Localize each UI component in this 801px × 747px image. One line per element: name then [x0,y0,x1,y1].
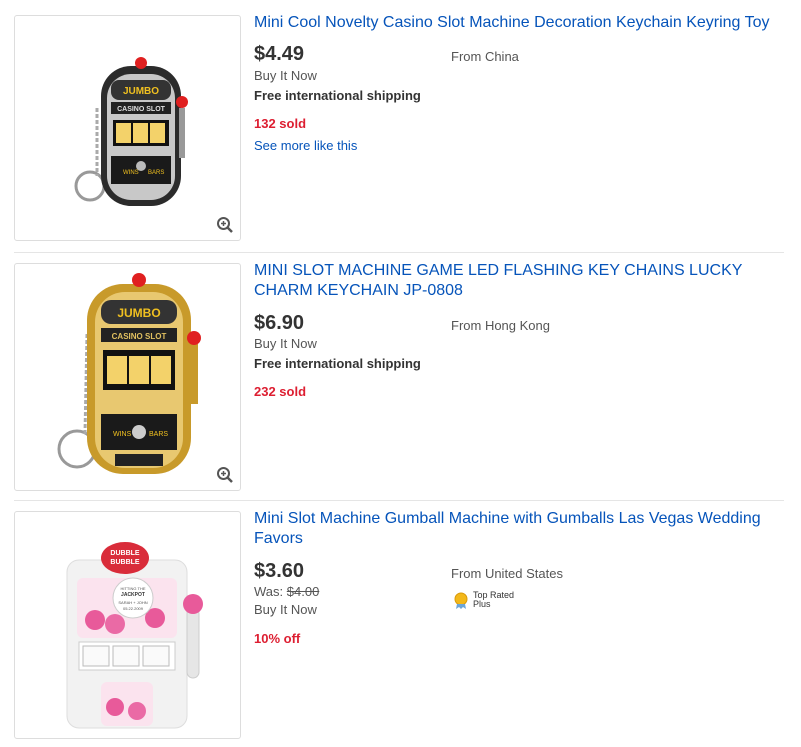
slot-machine-keychain-gold-image: JUMBO CASINO SLOT WINS BARS [57,273,201,474]
sold-count: 132 sold [254,116,307,131]
divider [14,252,784,253]
was-price: Was: $4.00 [254,584,319,599]
listing-price: $4.49 [254,43,305,65]
svg-text:BUBBLE: BUBBLE [110,559,139,566]
title-line-2: CHARM KEYCHAIN JP-0808 [254,282,463,299]
svg-text:JUMBO: JUMBO [117,306,160,320]
buy-format: Buy It Now [254,68,317,83]
see-more-link[interactable]: See more like this [254,138,357,153]
zoom-icon[interactable] [216,216,234,234]
shipping-info: Free international shipping [254,88,421,103]
listing-title-link[interactable]: Mini Slot Machine Gumball Machine with G… [254,509,779,549]
was-price-value: $4.00 [286,584,320,599]
svg-text:WINS: WINS [113,431,132,438]
listing-thumbnail[interactable]: JUMBO CASINO SLOT WINS BARS [14,15,241,241]
slot-machine-keychain-silver-image: JUMBO CASINO SLOT WINS BARS [74,57,188,206]
was-label: Was: [254,584,284,599]
gumball-slot-machine-image: DUBBLE BUBBLE HITTING THE JACKPOT SARAH … [66,542,203,729]
svg-text:BARS: BARS [148,170,164,176]
svg-text:CASINO SLOT: CASINO SLOT [112,332,167,341]
svg-text:JACKPOT: JACKPOT [121,592,145,598]
top-rated-line2: Plus [473,599,491,609]
shipping-info: Free international shipping [254,356,421,371]
item-location: From Hong Kong [451,318,550,333]
buy-format: Buy It Now [254,336,317,351]
listing-thumbnail[interactable]: JUMBO CASINO SLOT WINS BARS [14,263,241,491]
svg-text:DUBBLE: DUBBLE [110,550,139,557]
divider [14,500,784,501]
svg-text:JUMBO: JUMBO [123,86,159,97]
listing-price: $3.60 [254,560,305,582]
svg-text:BARS: BARS [149,431,168,438]
item-location: From United States [451,566,563,581]
listing-title-link[interactable]: Mini Cool Novelty Casino Slot Machine De… [254,13,779,33]
svg-text:HITTING THE: HITTING THE [120,586,145,591]
title-line-2: Favors [254,530,303,547]
zoom-icon[interactable] [216,466,234,484]
listing-thumbnail[interactable]: DUBBLE BUBBLE HITTING THE JACKPOT SARAH … [14,511,241,739]
top-rated-plus-badge: Top Rated Plus [451,591,514,609]
svg-text:WINS: WINS [123,170,139,176]
svg-text:CASINO SLOT: CASINO SLOT [117,106,166,113]
title-line-1: Mini Slot Machine Gumball Machine with G… [254,510,761,527]
listing-title-link[interactable]: MINI SLOT MACHINE GAME LED FLASHING KEY … [254,261,779,301]
listing-price: $6.90 [254,312,305,334]
discount-label: 10% off [254,631,301,646]
title-line-1: MINI SLOT MACHINE GAME LED FLASHING KEY … [254,262,743,279]
buy-format: Buy It Now [254,602,317,617]
item-location: From China [451,49,519,64]
sold-count: 232 sold [254,384,307,399]
svg-text:SARAH + JOHN: SARAH + JOHN [118,600,147,605]
top-rated-seal-icon [454,592,468,609]
svg-text:05.22.2009: 05.22.2009 [123,606,144,611]
